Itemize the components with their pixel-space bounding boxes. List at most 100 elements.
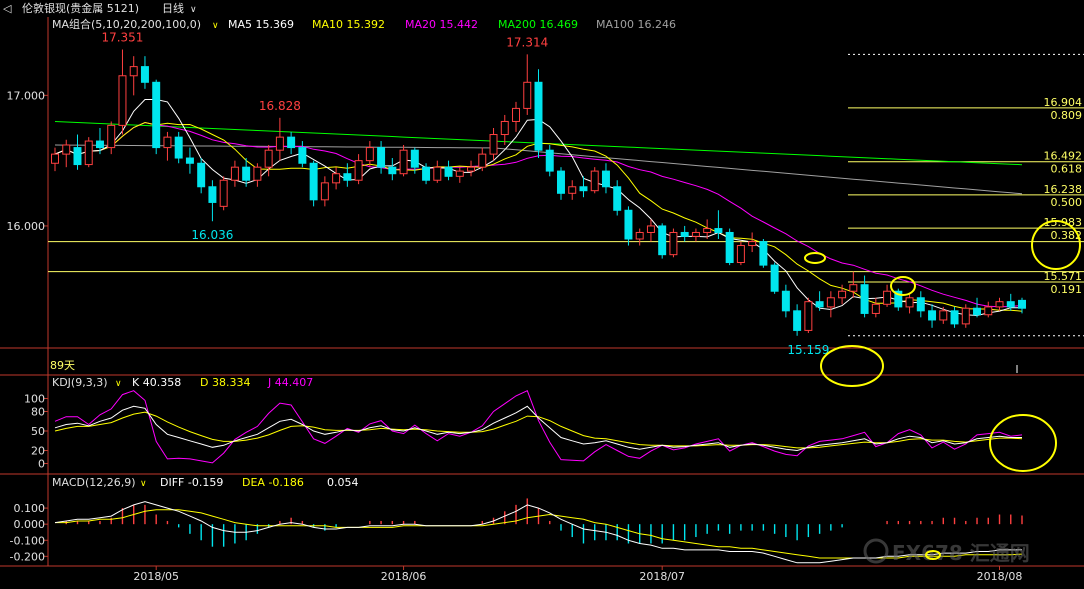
candle-body-up bbox=[568, 186, 577, 194]
candle-body-down bbox=[95, 140, 104, 149]
candle-body-up bbox=[523, 81, 532, 109]
candle-body-up bbox=[961, 307, 970, 325]
candle-body-up bbox=[691, 231, 700, 237]
candle bbox=[669, 228, 678, 258]
candle-body-up bbox=[230, 166, 239, 181]
candle-body-up bbox=[669, 231, 678, 256]
candle-body-down bbox=[140, 66, 149, 83]
candle-body-up bbox=[467, 166, 476, 172]
period-chevron-down-icon[interactable]: ∨ bbox=[190, 5, 197, 15]
candle-body-up bbox=[489, 134, 498, 155]
candle-body-up bbox=[399, 149, 408, 175]
candle-body-up bbox=[163, 136, 172, 149]
price-tick-label: 16.000 bbox=[7, 220, 46, 233]
candle bbox=[309, 160, 318, 207]
fib-price-label: 15.571 bbox=[1044, 270, 1083, 283]
fib-ratio-label: 0.500 bbox=[1051, 196, 1083, 209]
candle-body-up bbox=[736, 245, 745, 264]
candle-body-up bbox=[275, 136, 284, 151]
candle-body-down bbox=[377, 147, 386, 168]
peak-label: 17.314 bbox=[506, 35, 548, 49]
kdj-tick-label: 50 bbox=[31, 425, 45, 438]
fib-price-label: 16.492 bbox=[1044, 150, 1083, 163]
candle bbox=[534, 69, 543, 159]
collapse-icon[interactable]: ◁ bbox=[3, 2, 12, 15]
candle-body-up bbox=[118, 75, 127, 126]
macd-tick-label: -0.200 bbox=[10, 550, 45, 563]
candle-body-down bbox=[624, 209, 633, 240]
candle bbox=[84, 137, 93, 168]
candle bbox=[152, 79, 161, 155]
ma-group-label[interactable]: MA组合(5,10,20,200,100,0) bbox=[52, 17, 201, 31]
candle-body-down bbox=[928, 310, 937, 321]
candle-body-down bbox=[208, 186, 217, 203]
legend-ma5: MA5 15.369 bbox=[228, 18, 294, 31]
candle-body-up bbox=[849, 284, 858, 292]
candle-body-down bbox=[73, 147, 82, 166]
peak-label: 15.159 bbox=[787, 343, 829, 357]
candle-body-down bbox=[197, 162, 206, 188]
candle-body-up bbox=[826, 297, 835, 308]
candle-body-down bbox=[1006, 301, 1015, 308]
candle bbox=[658, 223, 667, 259]
period-selector[interactable]: 日线 bbox=[162, 1, 184, 15]
candle bbox=[725, 228, 734, 266]
candle-body-up bbox=[804, 301, 813, 331]
macd-chevron-icon[interactable]: ∨ bbox=[140, 479, 147, 489]
kdj-tick-label: 80 bbox=[31, 406, 45, 419]
macd-tick-label: -0.100 bbox=[10, 534, 45, 547]
peak-label: 16.828 bbox=[259, 99, 301, 113]
candle-body-up bbox=[320, 182, 329, 201]
date-tick-label: 2018/08 bbox=[977, 570, 1023, 583]
candle-body-up bbox=[883, 290, 892, 305]
candle-body-up bbox=[646, 225, 655, 233]
candle-body-up bbox=[871, 303, 880, 314]
stock-chart[interactable]: ◁ 伦敦银现(贵金属 5121) 日线 ∨ MA组合(5,10,20,200,1… bbox=[0, 0, 1084, 589]
candle bbox=[961, 304, 970, 328]
date-tick-label: 2018/07 bbox=[639, 570, 685, 583]
kdj-chevron-icon[interactable]: ∨ bbox=[115, 379, 122, 389]
legend-ma10: MA10 15.392 bbox=[312, 18, 385, 31]
candle-body-down bbox=[545, 149, 554, 172]
macd-tick-label: 0.000 bbox=[14, 518, 46, 531]
candle-body-up bbox=[455, 170, 464, 177]
candle-body-down bbox=[174, 136, 183, 159]
fib-price-label: 16.238 bbox=[1044, 183, 1083, 196]
candle bbox=[759, 239, 768, 268]
candle-body-up bbox=[107, 124, 116, 149]
header-bar: ◁ 伦敦银现(贵金属 5121) 日线 ∨ bbox=[0, 0, 1084, 17]
kdj-name[interactable]: KDJ(9,3,3) bbox=[52, 376, 108, 389]
candle-body-down bbox=[793, 310, 802, 331]
candle-body-up bbox=[84, 140, 93, 166]
candle-body-up bbox=[433, 166, 442, 181]
ma-group-chevron-icon[interactable]: ∨ bbox=[212, 21, 219, 31]
candle-body-down bbox=[444, 166, 453, 177]
date-tick-label: 2018/05 bbox=[133, 570, 179, 583]
legend-diff: DIFF -0.159 bbox=[160, 476, 223, 489]
peak-label: 17.351 bbox=[101, 31, 143, 45]
candle bbox=[736, 241, 745, 266]
candle-body-up bbox=[905, 297, 914, 308]
candle-body-up bbox=[253, 166, 262, 181]
macd-name[interactable]: MACD(12,26,9) bbox=[52, 476, 136, 489]
candle-body-down bbox=[388, 166, 397, 175]
candle-body-down bbox=[309, 162, 318, 201]
candle-body-up bbox=[264, 149, 273, 168]
legend-ma100: MA100 16.246 bbox=[596, 18, 676, 31]
candle-body-up bbox=[995, 301, 1004, 308]
fib-ratio-label: 0.191 bbox=[1051, 283, 1083, 296]
candle-body-up bbox=[500, 120, 509, 136]
window-title: 伦敦银现(贵金属 5121) bbox=[22, 1, 139, 15]
candle-body-down bbox=[298, 147, 307, 164]
candle-body-up bbox=[354, 160, 363, 181]
candle-body-up bbox=[748, 241, 757, 247]
candle bbox=[770, 262, 779, 294]
candle bbox=[590, 167, 599, 194]
candle-body-down bbox=[658, 225, 667, 256]
legend-k: K 40.358 bbox=[132, 376, 181, 389]
candle-body-down bbox=[815, 301, 824, 308]
candle-body-down bbox=[860, 284, 869, 314]
fib-ratio-label: 0.618 bbox=[1051, 163, 1083, 176]
candle-body-up bbox=[51, 153, 59, 164]
candle-body-down bbox=[579, 186, 588, 192]
